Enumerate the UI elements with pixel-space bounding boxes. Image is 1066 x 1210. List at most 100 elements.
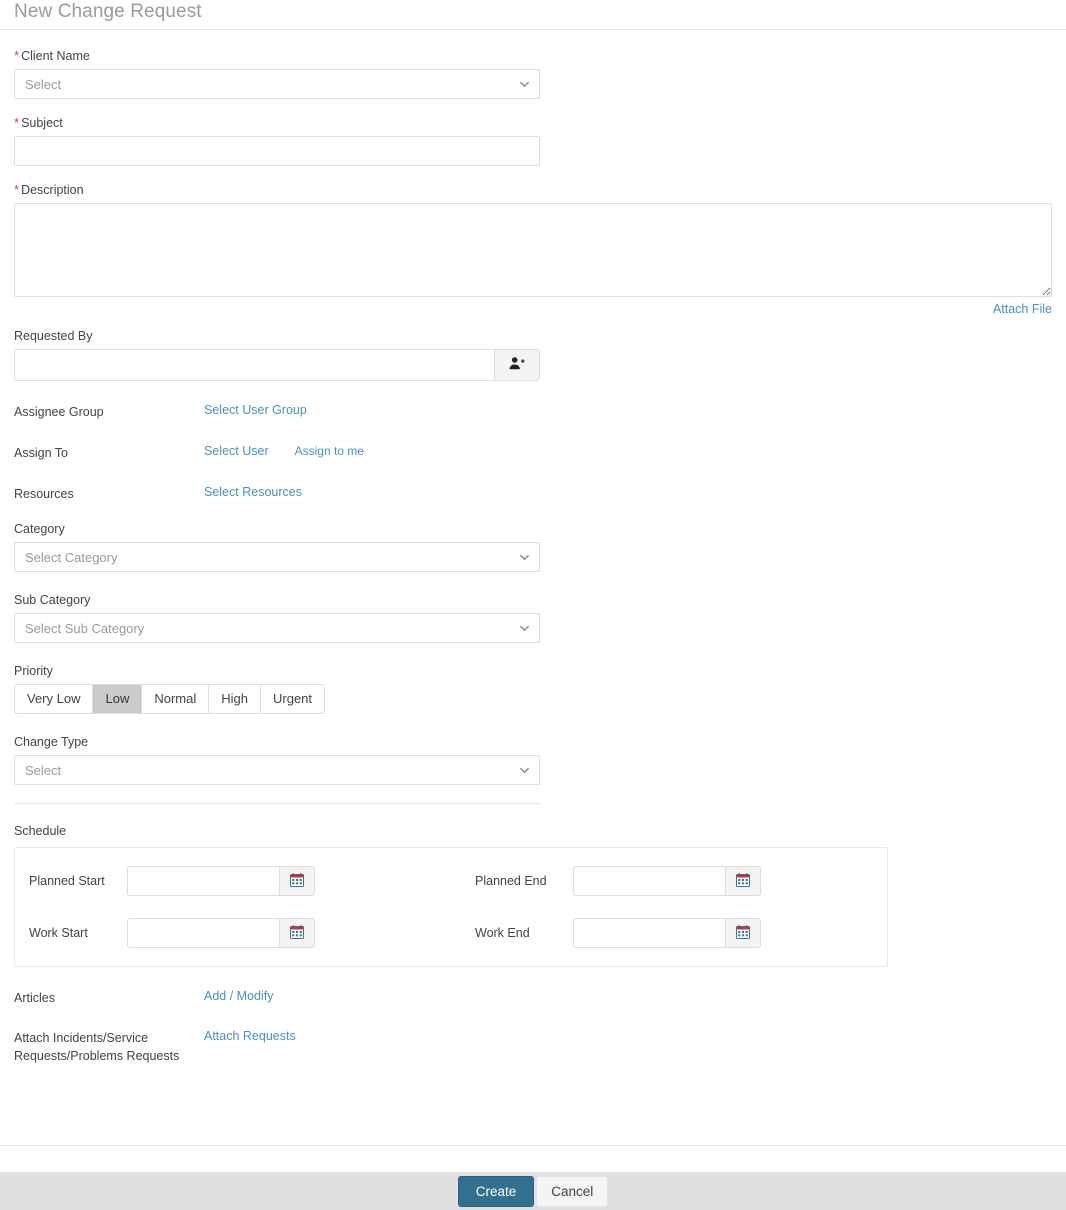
planned-end-input[interactable] <box>573 866 725 896</box>
articles-links: Add / Modify <box>204 989 273 1003</box>
work-start-label: Work Start <box>29 926 88 940</box>
add-modify-articles-link[interactable]: Add / Modify <box>204 989 273 1003</box>
sub-category-label: Sub Category <box>14 593 91 607</box>
field-group-requested-by: Requested By <box>14 328 1052 381</box>
priority-option-low[interactable]: Low <box>92 684 142 714</box>
planned-end-date-group <box>573 866 761 896</box>
add-user-icon <box>509 356 525 374</box>
select-resources-link[interactable]: Select Resources <box>204 485 302 499</box>
calendar-icon <box>736 924 750 942</box>
priority-option-high[interactable]: High <box>208 684 260 714</box>
planned-start-input[interactable] <box>127 866 279 896</box>
schedule-label: Schedule <box>14 824 67 838</box>
schedule-cell-work-end: Work End <box>475 918 761 948</box>
work-start-date-group <box>127 918 315 948</box>
attach-file-link[interactable]: Attach File <box>993 302 1052 316</box>
priority-label: Priority <box>14 664 53 678</box>
create-button[interactable]: Create <box>457 1175 535 1207</box>
priority-option-very-low[interactable]: Very Low <box>14 684 93 714</box>
bottom-rows: Articles Add / Modify Attach Incidents/S… <box>14 989 1052 1065</box>
field-group-category: Category Select Category <box>14 521 1052 572</box>
required-asterisk: * <box>14 182 20 197</box>
calendar-icon <box>290 924 304 942</box>
work-end-calendar-button[interactable] <box>725 918 761 948</box>
planned-end-calendar-button[interactable] <box>725 866 761 896</box>
description-label: * Description <box>14 182 1052 198</box>
description-label-text: Description <box>21 183 84 197</box>
work-end-label: Work End <box>475 926 530 940</box>
planned-end-label: Planned End <box>475 874 547 888</box>
footer-action-bar: Create Cancel <box>0 1172 1066 1210</box>
planned-start-label: Planned Start <box>29 874 105 888</box>
schedule-cell-planned-end: Planned End <box>475 866 761 896</box>
required-asterisk: * <box>14 115 20 130</box>
subject-label: * Subject <box>14 115 1052 131</box>
subject-label-text: Subject <box>21 116 63 130</box>
calendar-icon <box>290 872 304 890</box>
assignee-group-label: Assignee Group <box>14 405 104 419</box>
row-assign-to: Assign To Select User Assign to me <box>14 444 1052 462</box>
planned-start-date-group <box>127 866 315 896</box>
calendar-icon <box>736 872 750 890</box>
work-end-input[interactable] <box>573 918 725 948</box>
field-group-change-type: Change Type Select <box>14 734 1052 785</box>
priority-option-urgent[interactable]: Urgent <box>260 684 326 714</box>
field-group-client-name: * Client Name Select <box>14 48 1052 99</box>
resources-label: Resources <box>14 487 74 501</box>
field-group-subject: * Subject <box>14 115 1052 166</box>
field-group-sub-category: Sub Category Select Sub Category <box>14 592 1052 643</box>
change-type-select[interactable]: Select <box>14 755 540 785</box>
requested-by-picker-button[interactable] <box>494 349 540 381</box>
requested-by-input[interactable] <box>14 349 494 381</box>
row-attach-requests: Attach Incidents/Service Requests/Proble… <box>14 1029 1052 1065</box>
description-textarea[interactable] <box>14 203 1052 297</box>
row-resources: Resources Select Resources <box>14 485 1052 503</box>
page-header: New Change Request <box>0 0 1066 30</box>
articles-label: Articles <box>14 991 55 1005</box>
footer-divider <box>0 1145 1066 1146</box>
work-start-calendar-button[interactable] <box>279 918 315 948</box>
change-type-label: Change Type <box>14 735 89 749</box>
client-name-label: * Client Name <box>14 48 1052 64</box>
field-group-description: * Description <box>14 182 1052 297</box>
priority-button-group: Very Low Low Normal High Urgent <box>14 684 326 714</box>
assignee-group-links: Select User Group <box>204 403 307 417</box>
requested-by-input-group <box>14 349 540 381</box>
attach-requests-label: Attach Incidents/Service Requests/Proble… <box>14 1031 180 1063</box>
sub-category-select-wrap: Select Sub Category <box>14 613 540 643</box>
attach-file-row: Attach File <box>14 301 1052 316</box>
assign-to-label: Assign To <box>14 446 68 460</box>
change-type-select-wrap: Select <box>14 755 540 785</box>
attach-requests-links: Attach Requests <box>204 1029 296 1043</box>
assign-to-me-link[interactable]: Assign to me <box>295 444 364 458</box>
client-name-label-text: Client Name <box>21 49 90 63</box>
resources-links: Select Resources <box>204 485 302 499</box>
schedule-cell-planned-start: Planned Start <box>29 866 475 896</box>
requested-by-label: Requested By <box>14 329 93 343</box>
category-label: Category <box>14 522 65 536</box>
planned-start-calendar-button[interactable] <box>279 866 315 896</box>
category-select-wrap: Select Category <box>14 542 540 572</box>
select-user-link[interactable]: Select User <box>204 444 269 458</box>
row-assignee-group: Assignee Group Select User Group <box>14 403 1052 421</box>
schedule-panel: Planned Start Planned End Work Start Work E… <box>14 847 888 967</box>
required-asterisk: * <box>14 48 20 63</box>
category-select[interactable]: Select Category <box>14 542 540 572</box>
sub-category-select[interactable]: Select Sub Category <box>14 613 540 643</box>
priority-option-normal[interactable]: Normal <box>141 684 209 714</box>
work-end-date-group <box>573 918 761 948</box>
subject-input[interactable] <box>14 136 540 166</box>
page-title: New Change Request <box>14 1 202 22</box>
select-user-group-link[interactable]: Select User Group <box>204 403 307 417</box>
attach-requests-link[interactable]: Attach Requests <box>204 1029 296 1043</box>
row-articles: Articles Add / Modify <box>14 989 1052 1007</box>
client-name-select-wrap: Select <box>14 69 540 99</box>
change-request-form: * Client Name Select * Subject * Descriptio… <box>0 30 1066 1065</box>
client-name-select[interactable]: Select <box>14 69 540 99</box>
work-start-input[interactable] <box>127 918 279 948</box>
assign-to-links: Select User Assign to me <box>204 444 364 458</box>
cancel-button[interactable]: Cancel <box>536 1175 609 1207</box>
field-group-priority: Priority Very Low Low Normal High Urgent <box>14 663 1052 714</box>
schedule-row: Work Start Work End <box>29 918 873 948</box>
section-divider <box>14 803 540 804</box>
